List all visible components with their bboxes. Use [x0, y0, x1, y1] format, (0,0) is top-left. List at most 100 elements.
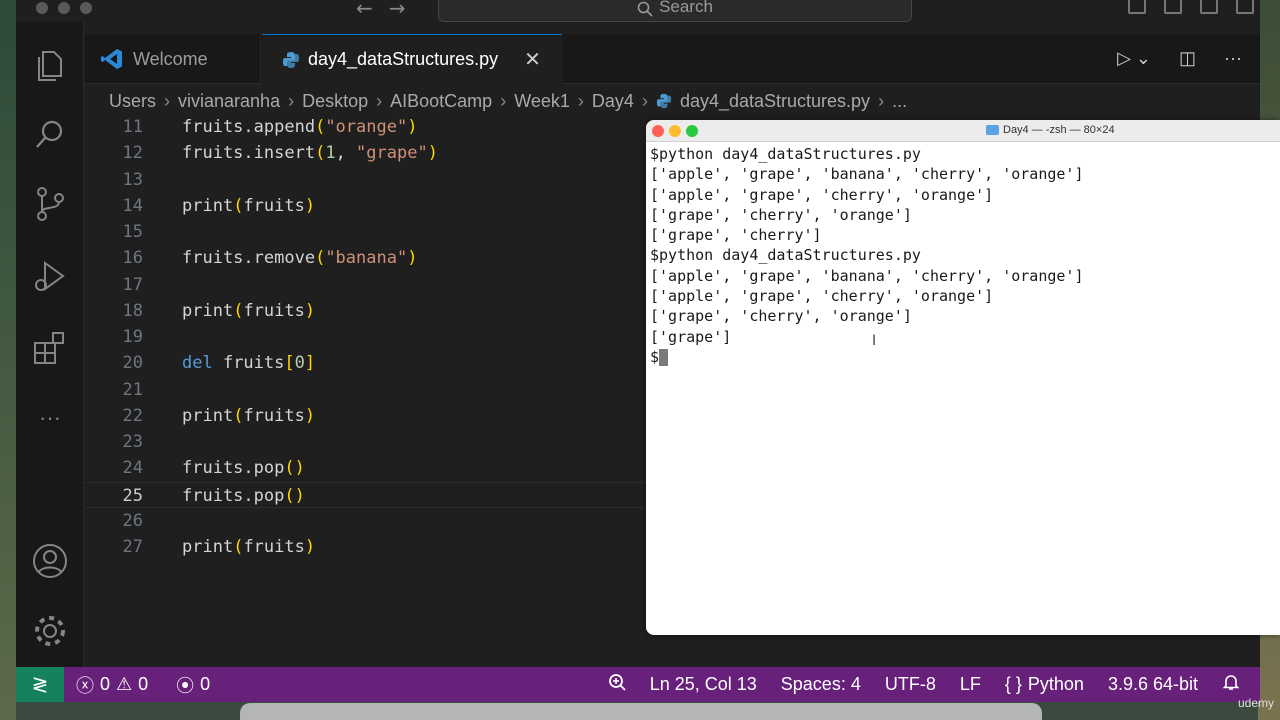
code-line[interactable]: 22 print(fruits) — [85, 403, 645, 429]
command-center-search[interactable]: Search — [438, 0, 912, 22]
search-icon — [637, 1, 653, 17]
close-tab-icon[interactable]: ✕ — [524, 47, 541, 72]
terminal-window[interactable]: Day4 — -zsh — 80×24 $python day4_dataStr… — [646, 120, 1280, 635]
source-control-icon[interactable] — [32, 186, 68, 222]
zoom-window-button[interactable] — [80, 2, 92, 14]
chevron-right-icon: › — [164, 90, 171, 111]
code-line[interactable]: 24 fruits.pop() — [85, 455, 645, 481]
breadcrumb-item[interactable]: day4_dataStructures.py — [680, 91, 870, 112]
language-mode[interactable]: { } Python — [1005, 674, 1084, 695]
chevron-right-icon: › — [878, 90, 885, 111]
close-window-button[interactable] — [36, 2, 48, 14]
terminal-output[interactable]: $python day4_dataStructures.py ['apple', … — [650, 144, 1083, 367]
code-text: print(fruits) — [182, 300, 316, 321]
ports-indicator[interactable]: ⦿ 0 — [176, 672, 210, 698]
code-line[interactable]: 16 fruits.remove("banana") — [85, 245, 645, 271]
code-line[interactable]: 20 del fruits[0] — [85, 350, 645, 376]
terminal-close-button[interactable] — [652, 125, 664, 137]
encoding[interactable]: UTF-8 — [885, 674, 936, 695]
tab-day4-datastructures[interactable]: day4_dataStructures.py ✕ — [262, 34, 562, 84]
settings-gear-icon[interactable] — [32, 613, 68, 649]
line-number: 21 — [122, 379, 143, 400]
breadcrumb-item[interactable]: vivianaranha — [178, 91, 280, 112]
tab-welcome[interactable]: Welcome — [85, 34, 261, 84]
code-line[interactable]: 13 — [85, 167, 645, 193]
breadcrumb-item[interactable]: Day4 — [592, 91, 634, 112]
line-number: 25 — [122, 485, 143, 506]
code-line[interactable]: 15 — [85, 219, 645, 245]
ports-count: 0 — [200, 674, 211, 694]
terminal-zoom-button[interactable] — [686, 125, 698, 137]
breadcrumb-item[interactable]: Desktop — [302, 91, 368, 112]
accounts-icon[interactable] — [32, 543, 68, 579]
search-icon[interactable] — [32, 116, 68, 152]
terminal-window-controls — [652, 125, 698, 137]
indentation[interactable]: Spaces: 4 — [781, 674, 861, 695]
breadcrumb-item[interactable]: Week1 — [514, 91, 570, 112]
code-line[interactable]: 19 — [85, 324, 645, 350]
terminal-line: ['apple', 'grape', 'banana', 'cherry', '… — [650, 266, 1084, 285]
minimize-window-button[interactable] — [58, 2, 70, 14]
line-number: 16 — [122, 248, 143, 269]
code-line[interactable]: 14 print(fruits) — [85, 193, 645, 219]
code-line[interactable]: 11 fruits.append("orange") — [85, 114, 645, 140]
terminal-minimize-button[interactable] — [669, 125, 681, 137]
terminal-line: ['apple', 'grape', 'cherry', 'orange'] — [650, 287, 994, 306]
zoom-icon[interactable] — [608, 673, 626, 696]
terminal-prompt[interactable]: $ — [650, 347, 1083, 367]
back-arrow-icon[interactable]: ← — [356, 0, 373, 20]
remote-indicator-icon[interactable]: ≷ — [16, 667, 64, 702]
status-bar: ≷ ⓧ 0 ⚠ 0 ⦿ 0 Ln 25, Col 13 Spaces: 4 UT… — [16, 667, 1260, 702]
code-line[interactable]: 27 print(fruits) — [85, 534, 645, 560]
code-line[interactable]: 12 fruits.insert(1, "grape") — [85, 140, 645, 166]
code-line[interactable]: 18 print(fruits) — [85, 298, 645, 324]
code-line[interactable]: 21 — [85, 377, 645, 403]
breadcrumb-item[interactable]: Users — [109, 91, 156, 112]
code-line[interactable]: 23 — [85, 429, 645, 455]
code-line[interactable]: 26 — [85, 508, 645, 534]
python-interpreter[interactable]: 3.9.6 64-bit — [1108, 674, 1198, 695]
forward-arrow-icon[interactable]: → — [389, 0, 406, 20]
line-number: 14 — [122, 195, 143, 216]
tab-welcome-label: Welcome — [133, 48, 208, 69]
code-line[interactable]: 25 fruits.pop() — [85, 481, 645, 508]
udemy-watermark: udemy — [1237, 696, 1274, 710]
toggle-secondary-sidebar-icon[interactable] — [1200, 0, 1218, 14]
terminal-line: ['apple', 'grape', 'banana', 'cherry', '… — [650, 165, 1084, 184]
toggle-sidebar-icon[interactable] — [1128, 0, 1146, 14]
desktop-background-left — [0, 0, 16, 720]
window-controls — [36, 2, 92, 14]
terminal-line: ['apple', 'grape', 'cherry', 'orange'] — [650, 185, 994, 204]
terminal-title: Day4 — -zsh — 80×24 — [986, 124, 1115, 136]
search-placeholder: Search — [659, 0, 713, 16]
notifications-bell-icon[interactable] — [1222, 673, 1240, 696]
toggle-panel-icon[interactable] — [1164, 0, 1182, 14]
terminal-line: ['grape', 'cherry'] — [650, 226, 822, 245]
code-text: print(fruits) — [182, 537, 316, 557]
layout-controls — [1128, 0, 1254, 14]
run-and-debug-icon[interactable] — [32, 258, 68, 294]
code-line[interactable]: 17 — [85, 272, 645, 298]
explorer-icon[interactable] — [32, 48, 68, 84]
split-editor-icon[interactable]: ◫ — [1179, 48, 1196, 69]
folder-icon — [986, 125, 999, 135]
line-number: 19 — [122, 327, 143, 347]
python-file-icon — [656, 93, 672, 109]
end-of-line[interactable]: LF — [960, 674, 981, 695]
more-actions-icon[interactable]: ··· — [1224, 48, 1242, 69]
breadcrumb-item[interactable]: AIBootCamp — [390, 91, 492, 112]
extensions-icon[interactable] — [32, 330, 68, 366]
cursor-position[interactable]: Ln 25, Col 13 — [650, 674, 757, 695]
language-label: Python — [1027, 674, 1084, 694]
breadcrumb-item[interactable]: ... — [892, 91, 907, 112]
run-python-file-icon[interactable]: ▷ ⌄ — [1117, 48, 1151, 69]
editor-tabs: Welcome day4_dataStructures.py ✕ ▷ ⌄ ◫ ·… — [85, 34, 1260, 84]
terminal-title-text: Day4 — -zsh — 80×24 — [1003, 124, 1115, 136]
code-text: fruits.pop() — [182, 485, 305, 506]
problems-indicator[interactable]: ⓧ 0 ⚠ 0 — [76, 672, 148, 698]
code-text: fruits.insert(1, "grape") — [182, 143, 438, 164]
terminal-line: ['grape', 'cherry', 'orange'] — [650, 307, 912, 326]
customize-layout-icon[interactable] — [1236, 0, 1254, 14]
more-views-icon[interactable]: ··· — [32, 400, 68, 436]
warning-icon: ⚠ — [116, 674, 133, 694]
